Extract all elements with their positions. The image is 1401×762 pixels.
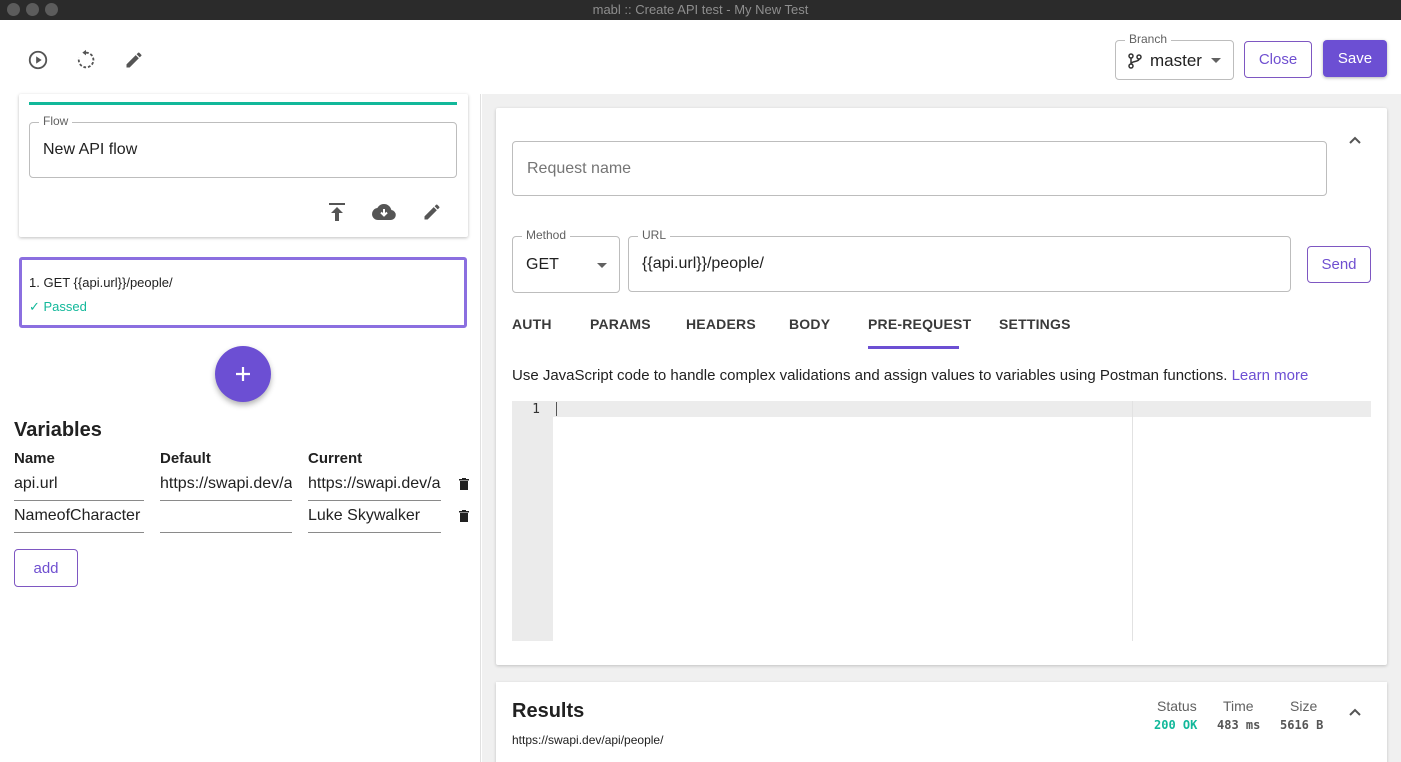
- cloud-download-icon: [372, 204, 396, 220]
- request-name-input[interactable]: Request name: [512, 141, 1327, 196]
- results-card: Results https://swapi.dev/api/people/ St…: [496, 682, 1387, 762]
- chevron-up-icon: [1349, 708, 1361, 716]
- pencil-icon: [424, 204, 440, 220]
- method-label: Method: [522, 228, 571, 242]
- variables-default-header: Default: [160, 450, 211, 467]
- flow-status-bar: [29, 102, 457, 105]
- chevron-up-icon: [1349, 136, 1361, 144]
- variable-current-input[interactable]: https://swapi.dev/api: [308, 475, 441, 501]
- code-editor[interactable]: 1: [512, 401, 1371, 641]
- left-panel: Flow New API flow 1. GET {{api.url}}/peo…: [0, 94, 481, 762]
- edit-test-button[interactable]: [122, 48, 146, 72]
- variable-name-input[interactable]: NameofCharacter: [14, 507, 144, 533]
- delete-variable-icon[interactable]: [459, 478, 469, 490]
- run-button[interactable]: [26, 48, 50, 72]
- add-step-button[interactable]: [215, 346, 271, 402]
- flow-card: Flow New API flow: [19, 94, 468, 237]
- play-circle-icon: [28, 50, 48, 70]
- tab-headers[interactable]: HEADERS: [686, 316, 756, 332]
- collapse-request-button[interactable]: [1343, 128, 1367, 152]
- size-label: Size: [1290, 698, 1318, 714]
- status-label: Status: [1157, 698, 1197, 714]
- tab-body[interactable]: BODY: [789, 316, 830, 332]
- learn-more-link[interactable]: Learn more: [1232, 367, 1309, 384]
- variable-default-input[interactable]: [160, 507, 292, 533]
- line-number: 1: [532, 402, 540, 417]
- url-value: {{api.url}}/people/: [642, 255, 764, 272]
- editor-active-line: [553, 401, 1371, 417]
- variables-name-header: Name: [14, 450, 55, 467]
- chevron-down-icon: [1211, 58, 1221, 63]
- request-area: Request name Method GET URL {{api.url}}/…: [482, 94, 1401, 762]
- url-label: URL: [638, 228, 671, 242]
- flow-label: Flow: [39, 114, 73, 128]
- description-text: Use JavaScript code to handle complex va…: [512, 367, 1228, 384]
- request-card: Request name Method GET URL {{api.url}}/…: [496, 108, 1387, 665]
- tab-params[interactable]: PARAMS: [590, 316, 651, 332]
- collapse-results-button[interactable]: [1343, 700, 1367, 724]
- branch-value: master: [1150, 51, 1202, 70]
- method-value: GET: [526, 256, 559, 273]
- size-value: 5616 B: [1280, 718, 1324, 732]
- method-select[interactable]: Method GET: [512, 228, 620, 293]
- pre-request-description: Use JavaScript code to handle complex va…: [512, 367, 1308, 384]
- request-name-placeholder: Request name: [527, 160, 632, 177]
- step-card[interactable]: 1. GET {{api.url}}/people/ ✓ Passed: [19, 257, 467, 328]
- results-url: https://swapi.dev/api/people/: [512, 733, 664, 747]
- save-button[interactable]: Save: [1323, 40, 1387, 77]
- variable-name-input[interactable]: api.url: [14, 475, 144, 501]
- active-tab-indicator: [868, 346, 959, 349]
- window-title-bar: mabl :: Create API test - My New Test: [0, 0, 1401, 20]
- variables-title: Variables: [14, 419, 102, 441]
- tab-settings[interactable]: SETTINGS: [999, 316, 1071, 332]
- delete-variable-icon[interactable]: [459, 510, 469, 522]
- variable-current-input[interactable]: Luke Skywalker: [308, 507, 441, 533]
- edit-flow-button[interactable]: [420, 200, 444, 224]
- export-flow-button[interactable]: [325, 200, 349, 224]
- variable-default-input[interactable]: https://swapi.dev/api: [160, 475, 292, 501]
- branch-select[interactable]: Branch master: [1115, 32, 1234, 80]
- send-button[interactable]: Send: [1307, 246, 1371, 283]
- chevron-down-icon: [597, 263, 607, 268]
- step-title: 1. GET {{api.url}}/people/: [29, 275, 173, 290]
- time-label: Time: [1223, 698, 1254, 714]
- tab-pre-request[interactable]: PRE-REQUEST: [868, 316, 971, 332]
- flow-name-value: New API flow: [43, 141, 138, 158]
- flow-name-field[interactable]: Flow New API flow: [29, 114, 457, 178]
- results-title: Results: [512, 700, 585, 722]
- editor-print-margin: [1132, 401, 1133, 641]
- window-title: mabl :: Create API test - My New Test: [592, 2, 809, 17]
- variables-current-header: Current: [308, 450, 363, 467]
- branch-label: Branch: [1125, 32, 1172, 46]
- editor-cursor: [556, 402, 557, 416]
- git-branch-icon: [1128, 53, 1142, 69]
- tab-auth[interactable]: AUTH: [512, 316, 552, 332]
- url-input[interactable]: URL {{api.url}}/people/: [628, 228, 1291, 292]
- plus-icon: [236, 367, 250, 381]
- step-status: ✓ Passed: [29, 299, 87, 314]
- pencil-icon: [126, 52, 142, 68]
- upload-icon: [329, 203, 345, 221]
- status-value: 200 OK: [1154, 718, 1198, 732]
- time-value: 483 ms: [1217, 718, 1261, 732]
- close-button[interactable]: Close: [1244, 41, 1312, 78]
- reset-button[interactable]: [74, 48, 98, 72]
- download-flow-button[interactable]: [372, 200, 396, 224]
- top-toolbar: Branch master Close Save: [0, 20, 1401, 94]
- rotate-icon: [77, 49, 95, 69]
- editor-gutter: 1: [512, 401, 553, 641]
- add-variable-button[interactable]: add: [14, 549, 78, 587]
